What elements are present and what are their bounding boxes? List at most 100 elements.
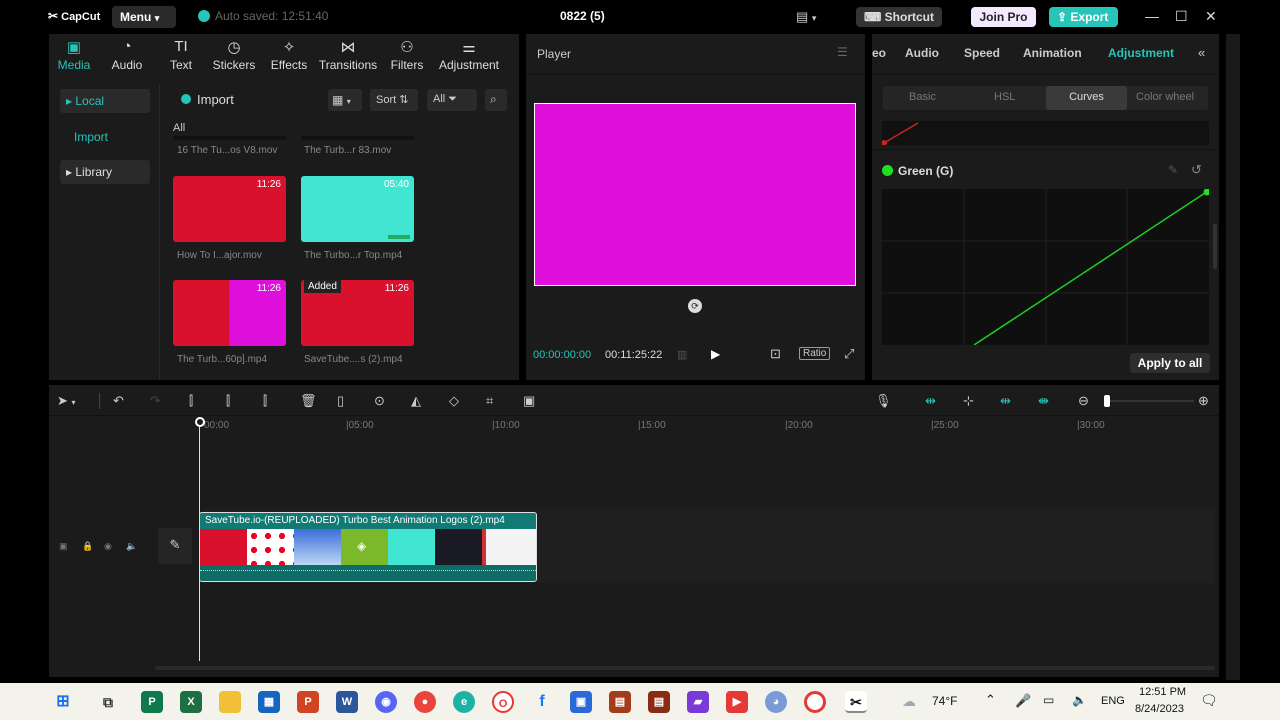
reset-icon[interactable]: ↺: [1191, 162, 1202, 178]
preview-axis-icon[interactable]: ⇹: [1000, 393, 1011, 409]
magnet-icon[interactable]: ⇹: [925, 393, 936, 409]
subtab-basic[interactable]: Basic: [909, 91, 936, 103]
export-button[interactable]: ⇪ Export: [1049, 7, 1118, 27]
powerpoint-icon[interactable]: P: [297, 691, 319, 713]
opera-icon[interactable]: O: [492, 691, 514, 713]
video-editor-icon[interactable]: ▤: [648, 691, 670, 713]
mirror-icon[interactable]: ◭: [411, 393, 421, 409]
word-icon[interactable]: W: [336, 691, 358, 713]
microphone-icon[interactable]: 🎙: [875, 393, 892, 409]
crop-icon[interactable]: ⌗: [486, 393, 493, 409]
zoom-in-icon[interactable]: ⊕: [1198, 393, 1209, 409]
edit-cover-icon[interactable]: ✎: [158, 528, 192, 564]
window-scrollbar[interactable]: [1226, 34, 1240, 680]
split-audio-icon[interactable]: ⇼: [1038, 393, 1049, 409]
tab-transitions[interactable]: ⋈ Transitions: [317, 34, 379, 72]
play-icon[interactable]: ▶: [711, 347, 720, 361]
select-tool-icon[interactable]: ➤ ▾: [57, 393, 76, 409]
zoom-icon[interactable]: ⊡: [770, 346, 781, 362]
view-toggle-button[interactable]: ▦ ▾: [328, 89, 362, 111]
chevron-up-icon[interactable]: ⌃: [985, 692, 996, 708]
game-icon[interactable]: ◕: [765, 691, 787, 713]
tab-animation[interactable]: Animation: [1023, 46, 1082, 60]
search-icon[interactable]: ⌕: [485, 89, 507, 111]
tab-stickers[interactable]: ◷ Stickers: [209, 34, 259, 72]
menu-icon[interactable]: ☰: [837, 45, 848, 59]
undo-icon[interactable]: ↶: [113, 393, 124, 409]
sidebar-item-library[interactable]: ▸ Library: [60, 160, 150, 184]
sort-button[interactable]: Sort ⇅: [370, 89, 418, 111]
sidebar-item-import[interactable]: Import: [60, 125, 150, 149]
ratio-button[interactable]: Ratio: [799, 347, 831, 360]
redo-icon[interactable]: ↷: [150, 393, 161, 409]
lock-icon[interactable]: 🔒: [82, 541, 93, 552]
scrollbar[interactable]: [1213, 224, 1217, 269]
volume-icon[interactable]: 🔈: [1072, 693, 1087, 707]
timeline-scrollbar[interactable]: [155, 666, 1215, 670]
film-app-icon[interactable]: ▤: [609, 691, 631, 713]
frame-icon[interactable]: ▥: [677, 348, 687, 361]
microphone-tray-icon[interactable]: 🎤: [1015, 693, 1031, 709]
zoom-out-icon[interactable]: ⊖: [1078, 393, 1089, 409]
menu-button[interactable]: Menu ▾: [112, 6, 176, 28]
maximize-icon[interactable]: ☐: [1175, 8, 1188, 25]
split-left-icon[interactable]: ⫿: [226, 393, 230, 409]
facebook-icon[interactable]: f: [531, 691, 553, 713]
zoom-slider[interactable]: [1104, 400, 1194, 402]
clock-time[interactable]: 12:51 PM: [1139, 686, 1186, 698]
tab-media[interactable]: ▣ Media: [54, 34, 94, 72]
tab-adjustment[interactable]: Adjustment: [1108, 46, 1174, 60]
fullscreen-icon[interactable]: ⤢: [844, 346, 854, 362]
speaker-icon[interactable]: 🔈: [126, 541, 137, 552]
rotate-tool-icon[interactable]: ◇: [449, 393, 459, 409]
subtab-curves[interactable]: Curves: [1046, 86, 1127, 110]
notification-icon[interactable]: 🗨: [1200, 692, 1218, 709]
freeze-icon[interactable]: ▯: [337, 393, 344, 409]
tab-effects[interactable]: ✧ Effects: [267, 34, 311, 72]
linkage-icon[interactable]: ⊹: [963, 393, 974, 409]
eyedropper-icon[interactable]: ✎: [1168, 163, 1178, 177]
file-explorer-icon[interactable]: [219, 691, 241, 713]
apply-to-all-button[interactable]: Apply to all: [1130, 353, 1210, 373]
tab-audio[interactable]: Audio: [905, 46, 939, 60]
clipchamp-icon[interactable]: ▰: [687, 691, 709, 713]
delete-icon[interactable]: 🗑: [300, 393, 317, 409]
clock-date[interactable]: 8/24/2023: [1135, 703, 1184, 715]
collapse-icon[interactable]: «: [1198, 45, 1205, 60]
rotate-icon[interactable]: ⟳: [688, 299, 702, 313]
media-thumbnail[interactable]: 11:26: [173, 176, 286, 242]
capcut-taskbar-icon[interactable]: ✂: [845, 691, 867, 713]
join-pro-button[interactable]: Join Pro: [971, 7, 1036, 27]
discord-icon[interactable]: ◉: [375, 691, 397, 713]
task-view-icon[interactable]: ⧉: [97, 691, 119, 713]
video-clip[interactable]: SaveTube.io-(REUPLOADED) Turbo Best Anim…: [199, 512, 537, 582]
media-thumbnail[interactable]: 11:26: [173, 280, 286, 346]
tab-speed[interactable]: Speed: [964, 46, 1000, 60]
excel-icon[interactable]: X: [180, 691, 202, 713]
import-button[interactable]: Import: [173, 89, 248, 111]
reverse-icon[interactable]: ⊙: [374, 393, 385, 409]
close-icon[interactable]: ✕: [1205, 8, 1217, 25]
calendar-app-icon[interactable]: ▣: [570, 691, 592, 713]
cover-icon[interactable]: ▣: [59, 541, 68, 552]
curve-graph-red[interactable]: [881, 121, 1209, 146]
tab-filters[interactable]: ⚇ Filters: [387, 34, 427, 72]
start-icon[interactable]: ⊞: [52, 691, 74, 713]
record-icon[interactable]: [804, 691, 826, 713]
edge-icon[interactable]: e: [453, 691, 475, 713]
layout-icon[interactable]: ▤ ▾: [796, 9, 816, 25]
video-preview[interactable]: [534, 103, 856, 286]
tab-text[interactable]: TI Text: [161, 34, 201, 72]
weather-temp[interactable]: 74°F: [932, 694, 957, 708]
filter-button[interactable]: All ⏷: [427, 89, 477, 111]
minimize-icon[interactable]: —: [1145, 8, 1159, 24]
publisher-icon[interactable]: P: [141, 691, 163, 713]
playhead-handle[interactable]: [195, 417, 205, 427]
eye-icon[interactable]: ◉: [104, 541, 112, 552]
sidebar-item-local[interactable]: ▸ Local: [60, 89, 150, 113]
battery-icon[interactable]: ▭: [1043, 693, 1054, 707]
split-icon[interactable]: ⫿: [189, 393, 193, 409]
media-thumbnail[interactable]: 05:40: [301, 176, 414, 242]
tab-adjustment[interactable]: ⚌ Adjustment: [436, 34, 502, 72]
chrome-icon[interactable]: ●: [414, 691, 436, 713]
